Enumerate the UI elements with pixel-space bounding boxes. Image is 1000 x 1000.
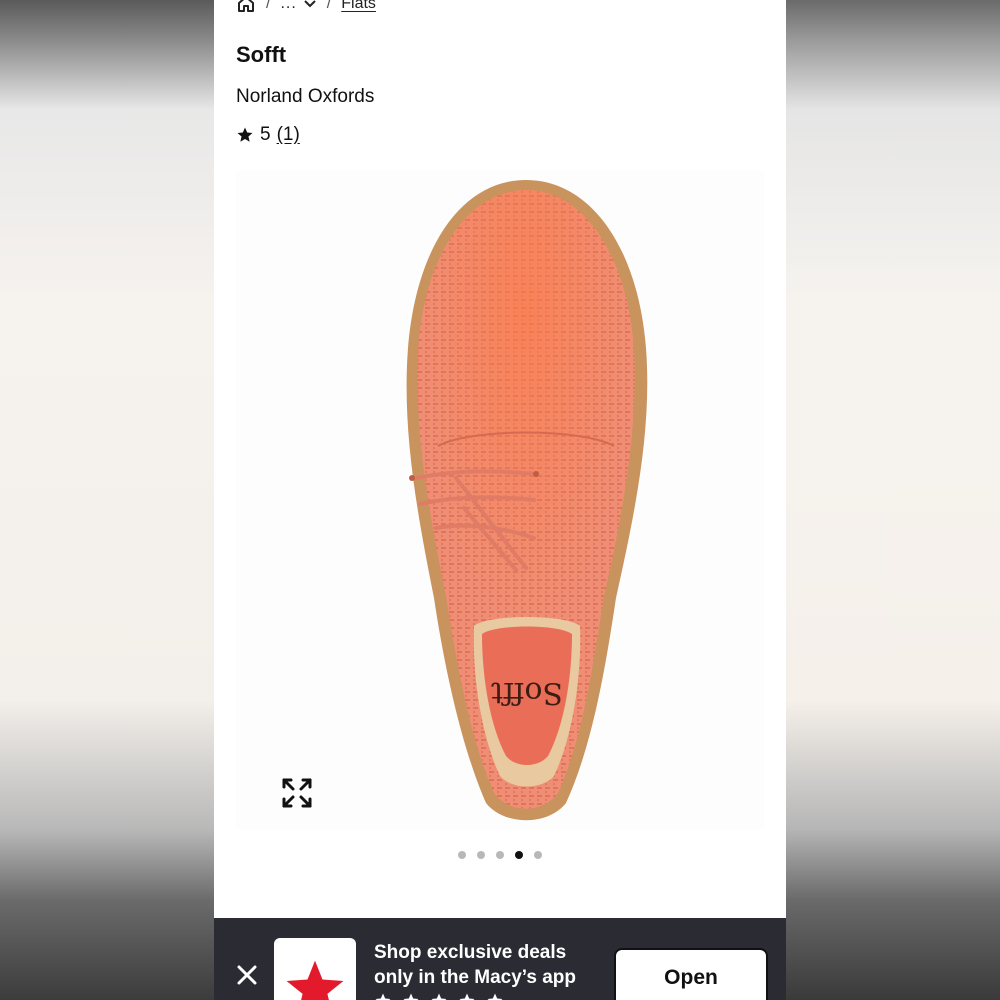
star-icon: [236, 126, 254, 144]
breadcrumb-separator: /: [266, 0, 271, 12]
review-count-link[interactable]: (1): [277, 124, 300, 146]
carousel-dot-active[interactable]: [515, 851, 523, 859]
breadcrumb-separator: /: [326, 0, 332, 12]
breadcrumb-ellipsis: ...: [280, 0, 297, 12]
star-icon: [458, 992, 476, 1000]
expand-icon[interactable]: [280, 776, 314, 810]
rating-value: 5: [260, 124, 271, 145]
shoe-image: Sofft: [406, 180, 648, 821]
background-right: [786, 0, 1000, 1000]
app-promo-banner: Shop exclusive deals only in the Macy’s …: [214, 918, 786, 1000]
star-icon: [402, 992, 420, 1000]
product-title: Norland Oxfords: [236, 86, 375, 107]
macys-star-icon: [286, 960, 344, 1000]
product-rating[interactable]: 5 (1): [236, 124, 300, 146]
insole-logo: Sofft: [491, 675, 563, 710]
breadcrumb-current[interactable]: Flats: [341, 0, 376, 13]
brand-name[interactable]: Sofft: [236, 42, 286, 68]
background-left: [0, 0, 214, 1000]
star-icon: [430, 992, 448, 1000]
carousel-dot[interactable]: [458, 851, 466, 859]
star-icon: [374, 992, 392, 1000]
banner-message: Shop exclusive deals only in the Macy’s …: [374, 942, 577, 988]
phone-screen: / ... / Flats Sofft Norland Oxfords 5 (1…: [214, 0, 786, 1000]
app-rating-stars: [374, 992, 504, 1000]
home-icon[interactable]: [236, 0, 256, 14]
open-app-button[interactable]: Open: [614, 948, 768, 1000]
product-image[interactable]: Sofft: [236, 170, 764, 830]
breadcrumb-more[interactable]: ...: [280, 0, 316, 13]
carousel-dot[interactable]: [477, 851, 485, 859]
carousel-indicators: [214, 851, 786, 859]
chevron-down-icon: [303, 0, 317, 11]
macys-app-logo: [274, 938, 356, 1000]
breadcrumb: / ... / Flats: [236, 0, 376, 14]
carousel-dot[interactable]: [534, 851, 542, 859]
close-icon[interactable]: [234, 962, 260, 988]
star-icon: [486, 992, 504, 1000]
carousel-dot[interactable]: [496, 851, 504, 859]
